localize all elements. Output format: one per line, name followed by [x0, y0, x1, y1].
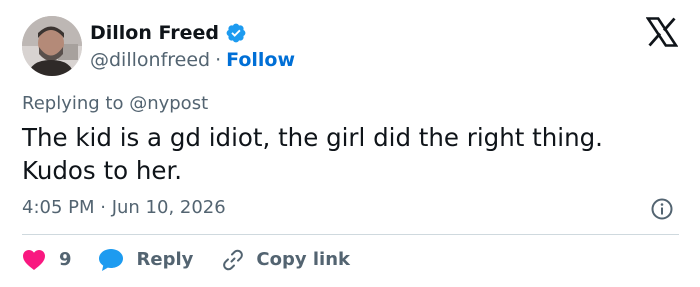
x-logo-icon[interactable]: [646, 17, 678, 47]
info-icon[interactable]: [650, 197, 674, 221]
tweet-text: The kid is a gd idiot, the girl did the …: [22, 123, 603, 185]
like-button[interactable]: 9: [22, 246, 98, 274]
tweet-timestamp[interactable]: 4:05 PM · Jun 10, 2026: [22, 196, 226, 220]
avatar[interactable]: [22, 16, 82, 76]
author-name[interactable]: Dillon Freed: [90, 20, 219, 46]
reply-button[interactable]: Reply: [98, 246, 222, 274]
like-count: 9: [59, 249, 72, 270]
tweet-actions: 9 Reply Copy link: [22, 246, 350, 274]
handle-separator: ·: [215, 49, 222, 71]
actions-divider: [22, 234, 679, 235]
author-handle-row: @dillonfreed · Follow: [90, 48, 295, 72]
follow-button[interactable]: Follow: [226, 48, 295, 72]
replying-to-label[interactable]: Replying to @nypost: [22, 92, 208, 116]
tweet-embed-card: Dillon Freed @dillonfreed · Follow Reply…: [0, 0, 700, 287]
heart-icon: [23, 250, 45, 270]
author-name-row: Dillon Freed: [90, 20, 247, 46]
author-handle[interactable]: @dillonfreed: [90, 48, 210, 72]
copy-link-button[interactable]: Copy link: [221, 246, 350, 274]
reply-bubble-icon: [98, 249, 123, 271]
verified-badge-icon: [226, 23, 246, 43]
copy-link-label: Copy link: [256, 249, 350, 270]
link-icon: [223, 249, 244, 271]
reply-label: Reply: [136, 249, 194, 270]
